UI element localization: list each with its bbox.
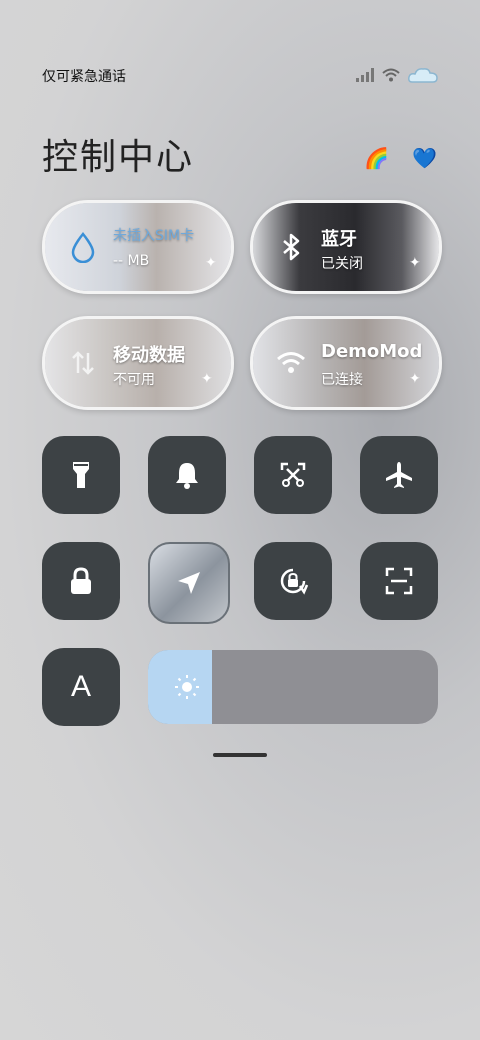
mobile-data-label: 移动数据 xyxy=(113,345,185,366)
bluetooth-status: 已关闭 xyxy=(321,256,363,272)
flashlight-button[interactable] xyxy=(42,436,120,514)
sparkle-icon: ✦ xyxy=(205,255,217,271)
bell-icon xyxy=(176,463,198,489)
sparkle-icon: ✦ xyxy=(201,371,213,387)
page-title: 控制中心 xyxy=(42,137,195,178)
wifi-status-icon xyxy=(382,68,400,82)
font-button[interactable]: A xyxy=(42,648,120,726)
mobile-data-icon xyxy=(72,351,94,375)
sparkle-icon: ✦ xyxy=(409,255,421,271)
airplane-icon xyxy=(386,462,412,488)
flashlight-icon xyxy=(73,462,89,488)
location-button[interactable] xyxy=(148,542,230,624)
status-icons xyxy=(356,66,438,84)
wifi-tile[interactable]: DemoMod 已连接 ✦ xyxy=(250,316,442,410)
battery-cloud-icon xyxy=(408,68,438,83)
font-icon: A xyxy=(70,670,91,703)
sim-label: 未插入SIM卡 xyxy=(113,228,195,244)
wifi-icon xyxy=(277,352,305,373)
drag-handle[interactable] xyxy=(213,753,267,757)
wifi-status: 已连接 xyxy=(321,372,363,388)
mobile-data-status: 不可用 xyxy=(113,372,155,388)
sim-usage: -- MB xyxy=(113,253,150,269)
signal-icon xyxy=(356,68,374,82)
bluetooth-label: 蓝牙 xyxy=(321,229,357,250)
rotation-lock-icon xyxy=(280,568,309,595)
airplane-button[interactable] xyxy=(360,436,438,514)
rainbow-icon: 🌈 xyxy=(364,146,389,170)
scissors-screenshot-icon xyxy=(280,462,306,487)
bell-button[interactable] xyxy=(148,436,226,514)
location-arrow-icon xyxy=(178,572,200,594)
water-drop-icon xyxy=(71,232,95,263)
heart-icon: 💙 xyxy=(412,146,437,170)
mobile-data-tile[interactable]: 移动数据 不可用 ✦ xyxy=(42,316,234,410)
sparkle-icon: ✦ xyxy=(409,371,421,387)
bluetooth-tile[interactable]: 蓝牙 已关闭 ✦ xyxy=(250,200,442,294)
carrier-status: 仅可紧急通话 xyxy=(42,69,126,85)
wifi-label: DemoMod xyxy=(321,341,423,362)
bluetooth-icon xyxy=(283,233,300,261)
rotation-lock-button[interactable] xyxy=(254,542,332,620)
scan-button[interactable] xyxy=(360,542,438,620)
lock-icon xyxy=(71,567,91,594)
lock-button[interactable] xyxy=(42,542,120,620)
sun-icon xyxy=(175,675,199,699)
sim-data-tile[interactable]: 未插入SIM卡 -- MB ✦ xyxy=(42,200,234,294)
brightness-slider[interactable] xyxy=(148,650,438,724)
scan-icon xyxy=(385,567,413,595)
screenshot-button[interactable] xyxy=(254,436,332,514)
